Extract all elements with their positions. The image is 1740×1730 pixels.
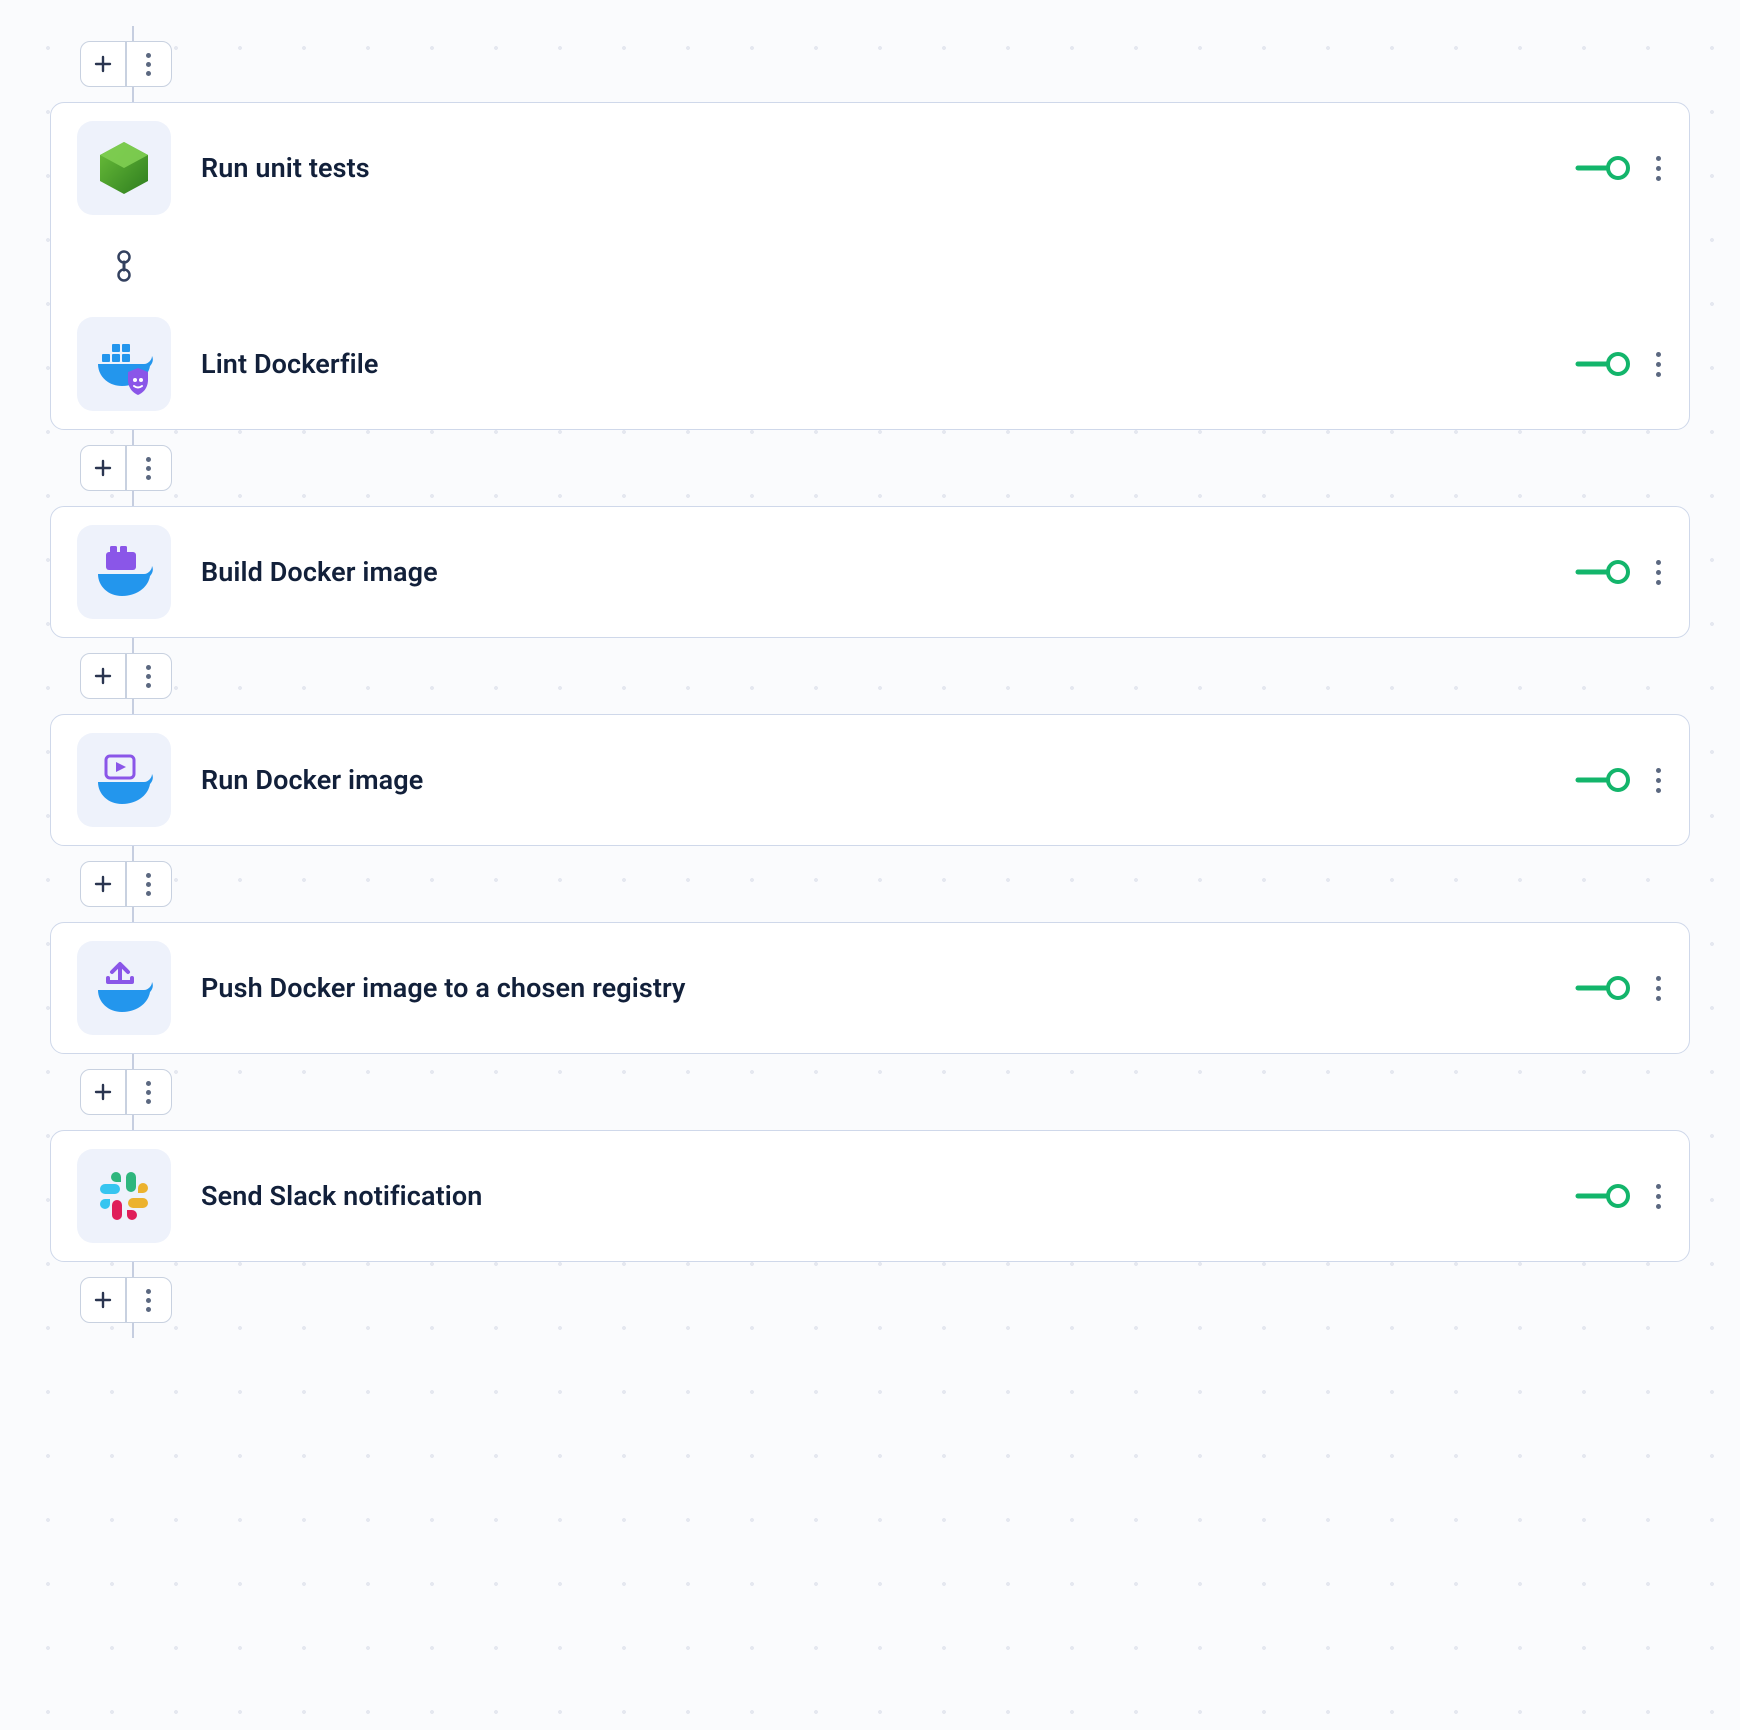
- step-enabled-toggle[interactable]: [1574, 350, 1632, 378]
- step-title: Send Slack notification: [201, 1180, 1544, 1212]
- step-controls: [1574, 970, 1663, 1007]
- stage-options-button[interactable]: [127, 1070, 171, 1114]
- add-stage-button[interactable]: [81, 862, 125, 906]
- step-controls: [1574, 346, 1663, 383]
- pipeline-step[interactable]: Run unit tests: [77, 121, 1663, 215]
- step-link: [77, 237, 1663, 295]
- stage-connector: [50, 846, 1690, 922]
- plus-icon: [94, 1291, 112, 1309]
- slack-icon: [77, 1149, 171, 1243]
- more-icon: [146, 1081, 151, 1104]
- stage-connector: [50, 1262, 1690, 1338]
- insert-stage-controls: [80, 861, 172, 907]
- step-more-button[interactable]: [1654, 1178, 1663, 1215]
- pipeline-step[interactable]: Build Docker image: [77, 525, 1663, 619]
- step-enabled-toggle[interactable]: [1574, 558, 1632, 586]
- more-icon: [146, 1289, 151, 1312]
- insert-stage-controls: [80, 1277, 172, 1323]
- more-icon: [146, 873, 151, 896]
- plus-icon: [94, 459, 112, 477]
- stage-options-button[interactable]: [127, 654, 171, 698]
- more-icon: [146, 457, 151, 480]
- docker-lint-icon: [77, 317, 171, 411]
- pipeline-stage: Build Docker image: [50, 506, 1690, 638]
- add-stage-button[interactable]: [81, 654, 125, 698]
- step-more-button[interactable]: [1654, 970, 1663, 1007]
- step-title: Build Docker image: [201, 556, 1544, 588]
- node-icon: [77, 121, 171, 215]
- stage-connector: [50, 638, 1690, 714]
- step-title: Run Docker image: [201, 764, 1544, 796]
- step-controls: [1574, 1178, 1663, 1215]
- stage-connector: [50, 430, 1690, 506]
- step-enabled-toggle[interactable]: [1574, 974, 1632, 1002]
- step-title: Lint Dockerfile: [201, 348, 1544, 380]
- step-controls: [1574, 554, 1663, 591]
- pipeline-stage: Run Docker image: [50, 714, 1690, 846]
- plus-icon: [94, 667, 112, 685]
- add-stage-button[interactable]: [81, 1278, 125, 1322]
- pipeline-step[interactable]: Lint Dockerfile: [77, 317, 1663, 411]
- add-stage-button[interactable]: [81, 446, 125, 490]
- docker-build-icon: [77, 525, 171, 619]
- plus-icon: [94, 55, 112, 73]
- stage-options-button[interactable]: [127, 446, 171, 490]
- pipeline-stage: Push Docker image to a chosen registry: [50, 922, 1690, 1054]
- step-enabled-toggle[interactable]: [1574, 154, 1632, 182]
- step-title: Run unit tests: [201, 152, 1544, 184]
- plus-icon: [94, 875, 112, 893]
- insert-stage-controls: [80, 653, 172, 699]
- step-enabled-toggle[interactable]: [1574, 766, 1632, 794]
- pipeline-stage: Run unit tests: [50, 102, 1690, 430]
- pipeline-step[interactable]: Send Slack notification: [77, 1149, 1663, 1243]
- more-icon: [146, 665, 151, 688]
- step-enabled-toggle[interactable]: [1574, 1182, 1632, 1210]
- step-more-button[interactable]: [1654, 554, 1663, 591]
- step-more-button[interactable]: [1654, 346, 1663, 383]
- insert-stage-controls: [80, 41, 172, 87]
- stage-options-button[interactable]: [127, 42, 171, 86]
- step-more-button[interactable]: [1654, 150, 1663, 187]
- stage-connector: [50, 26, 1690, 102]
- insert-stage-controls: [80, 1069, 172, 1115]
- stage-options-button[interactable]: [127, 862, 171, 906]
- step-controls: [1574, 150, 1663, 187]
- step-more-button[interactable]: [1654, 762, 1663, 799]
- docker-run-icon: [77, 733, 171, 827]
- add-stage-button[interactable]: [81, 42, 125, 86]
- stage-options-button[interactable]: [127, 1278, 171, 1322]
- pipeline-step[interactable]: Push Docker image to a chosen registry: [77, 941, 1663, 1035]
- plus-icon: [94, 1083, 112, 1101]
- link-icon: [114, 248, 134, 284]
- docker-push-icon: [77, 941, 171, 1035]
- pipeline-stage: Send Slack notification: [50, 1130, 1690, 1262]
- insert-stage-controls: [80, 445, 172, 491]
- pipeline-canvas: Run unit tests: [50, 26, 1690, 1338]
- step-title: Push Docker image to a chosen registry: [201, 972, 1544, 1004]
- pipeline-step[interactable]: Run Docker image: [77, 733, 1663, 827]
- stage-connector: [50, 1054, 1690, 1130]
- add-stage-button[interactable]: [81, 1070, 125, 1114]
- step-controls: [1574, 762, 1663, 799]
- more-icon: [146, 53, 151, 76]
